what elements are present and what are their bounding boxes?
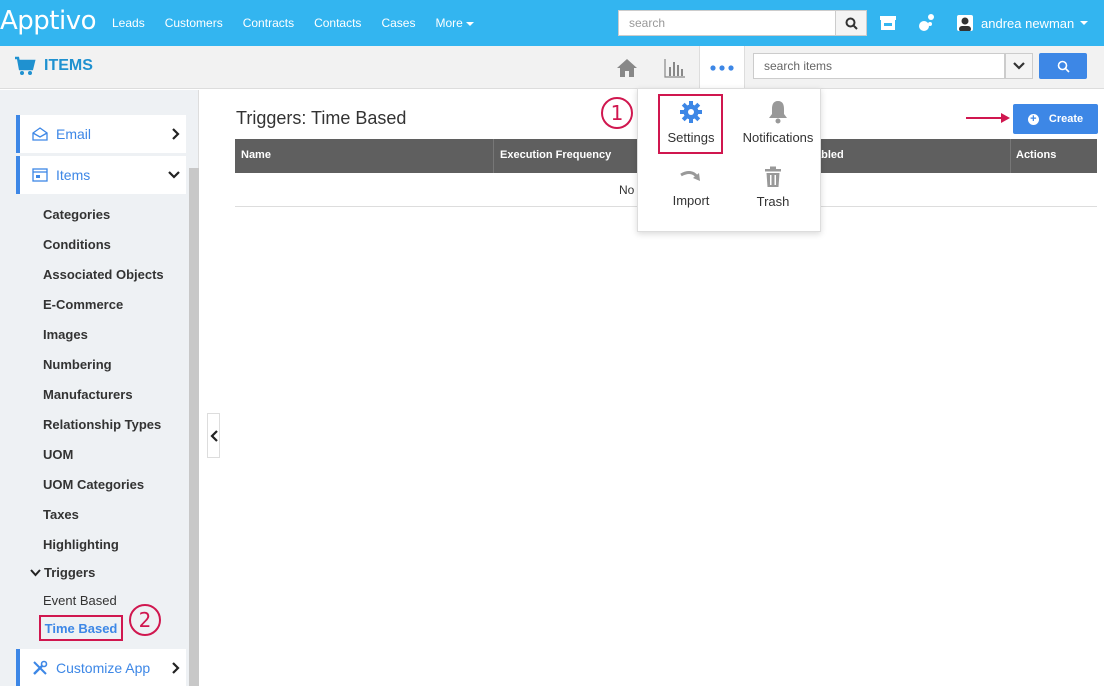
chevron-down-icon: [168, 171, 180, 179]
col-name[interactable]: Name: [241, 149, 271, 161]
chevron-down-icon: [30, 568, 41, 576]
sidebar-sub-e-commerce[interactable]: E-Commerce: [43, 297, 123, 312]
top-navigation-bar: Apptivo Leads Customers Contracts Contac…: [0, 0, 1104, 46]
sidebar: Email Items Categories Conditions Associ…: [0, 90, 199, 686]
page-title: ITEMS: [14, 56, 93, 76]
user-avatar-icon: [959, 17, 971, 31]
sidebar-sub-associated-objects[interactable]: Associated Objects: [43, 267, 164, 282]
nav-leads[interactable]: Leads: [112, 16, 145, 30]
nav-more-label: More: [435, 16, 463, 30]
menu-item-label: Settings: [667, 130, 715, 145]
sidebar-sub-highlighting[interactable]: Highlighting: [43, 537, 119, 552]
import-icon: [680, 171, 700, 181]
nav-more[interactable]: More: [435, 16, 474, 30]
avatar: [957, 15, 973, 31]
search-icon: [1057, 60, 1070, 73]
triggers-label: Triggers: [44, 565, 96, 580]
sidebar-sub-categories[interactable]: Categories: [43, 207, 110, 222]
annotation-step-2: 2: [129, 604, 161, 636]
col-actions[interactable]: Actions: [1016, 149, 1056, 161]
col-execution-frequency[interactable]: Execution Frequency: [500, 149, 611, 161]
home-button[interactable]: [604, 46, 650, 89]
nav-cases[interactable]: Cases: [381, 16, 415, 30]
column-divider: [493, 139, 494, 173]
chevron-down-icon: [1013, 62, 1025, 70]
sidebar-item-label: Items: [56, 167, 91, 183]
more-actions-button[interactable]: [699, 46, 745, 90]
sidebar-scrollbar[interactable]: [189, 168, 199, 686]
more-actions-dropdown: Settings Notifications Import Trash: [637, 88, 821, 232]
nav-customers[interactable]: Customers: [165, 16, 223, 30]
sidebar-sub-uom-categories[interactable]: UOM Categories: [43, 477, 144, 492]
create-button[interactable]: + Create: [1013, 104, 1098, 134]
sidebar-sub-conditions[interactable]: Conditions: [43, 237, 111, 252]
menu-item-label: Import: [672, 193, 710, 208]
cart-icon: [15, 56, 36, 75]
more-dots-icon: [710, 65, 734, 71]
sidebar-sub-numbering[interactable]: Numbering: [43, 357, 112, 372]
sidebar-sub-time-based[interactable]: Time Based: [39, 615, 123, 641]
content-title: Triggers: Time Based: [236, 108, 407, 128]
sidebar-item-items[interactable]: Items: [16, 156, 186, 194]
global-search-input[interactable]: [618, 10, 836, 36]
caret-down-icon: [1080, 21, 1089, 25]
sidebar-item-label: Email: [56, 126, 92, 142]
apptivo-logo[interactable]: Apptivo: [0, 6, 97, 36]
apps-icon[interactable]: [917, 12, 937, 34]
nav-contacts[interactable]: Contacts: [314, 16, 361, 30]
column-divider: [1010, 139, 1011, 173]
email-icon: [32, 127, 48, 141]
sidebar-sub-relationship-types[interactable]: Relationship Types: [43, 417, 161, 432]
search-filter-dropdown[interactable]: [1005, 53, 1033, 79]
annotation-step-1: 1: [601, 97, 633, 129]
sidebar-sub-images[interactable]: Images: [43, 327, 88, 342]
nav-contracts[interactable]: Contracts: [243, 16, 294, 30]
time-based-label: Time Based: [44, 620, 118, 636]
gear-icon: [680, 101, 702, 123]
sidebar-sub-manufacturers[interactable]: Manufacturers: [43, 387, 133, 402]
sidebar-sub-event-based[interactable]: Event Based: [43, 593, 117, 608]
app-header: ITEMS: [0, 46, 1104, 90]
app-title-label: ITEMS: [44, 57, 93, 74]
chevron-left-icon: [209, 429, 218, 442]
menu-item-import[interactable]: Import: [669, 169, 713, 208]
user-menu[interactable]: andrea newman: [957, 0, 1089, 46]
create-label: Create: [1048, 113, 1084, 125]
empty-message: No: [619, 183, 635, 197]
home-icon: [617, 58, 637, 77]
items-search-button[interactable]: [1039, 53, 1087, 79]
store-icon[interactable]: [878, 13, 898, 33]
trash-icon: [765, 166, 781, 187]
sidebar-item-customize-app[interactable]: Customize App: [16, 649, 186, 686]
chevron-right-icon: [172, 662, 180, 674]
menu-item-label: Notifications: [742, 130, 814, 145]
sidebar-sub-taxes[interactable]: Taxes: [43, 507, 79, 522]
chevron-right-icon: [172, 128, 180, 140]
items-icon: [32, 168, 48, 182]
bar-chart-icon: [664, 58, 685, 78]
main-nav: Leads Customers Contracts Contacts Cases…: [112, 0, 494, 46]
menu-item-trash[interactable]: Trash: [753, 166, 793, 209]
user-name: andrea newman: [981, 15, 1075, 31]
menu-item-notifications[interactable]: Notifications: [741, 100, 815, 145]
menu-item-label: Trash: [756, 194, 790, 209]
arrow-annotation-icon: [966, 113, 1010, 123]
sidebar-item-label: Customize App: [56, 660, 151, 676]
sidebar-sub-uom[interactable]: UOM: [43, 447, 73, 462]
global-search-button[interactable]: [835, 10, 867, 36]
bell-icon: [769, 101, 787, 124]
menu-item-settings[interactable]: Settings: [667, 100, 715, 145]
tools-icon: [33, 660, 48, 675]
sidebar-item-email[interactable]: Email: [16, 115, 186, 153]
plus-circle-icon: +: [1027, 113, 1039, 125]
sidebar-collapse-handle[interactable]: [207, 413, 220, 458]
caret-down-icon: [465, 21, 474, 26]
items-search-input[interactable]: [753, 53, 1005, 79]
search-icon: [845, 17, 858, 30]
sidebar-sub-triggers[interactable]: Triggers: [30, 565, 95, 580]
reports-button[interactable]: [652, 46, 698, 89]
